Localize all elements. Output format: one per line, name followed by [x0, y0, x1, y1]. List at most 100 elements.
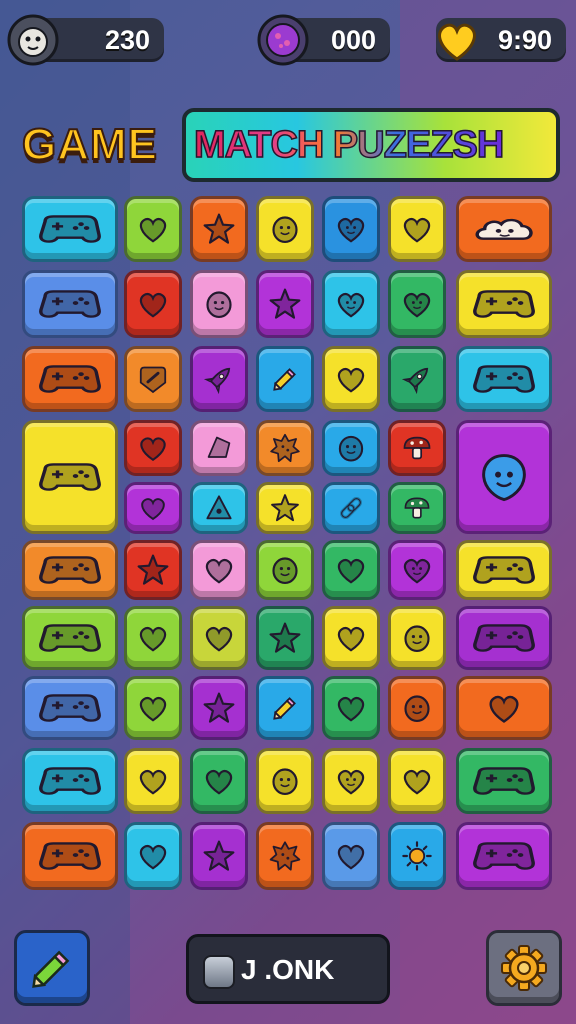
tile-r9-c2[interactable] [190, 822, 248, 890]
tile-r9-c5[interactable] [388, 822, 446, 890]
tile-r3-c6[interactable] [456, 420, 552, 534]
tile-r7-c0[interactable] [22, 676, 118, 740]
tile-r3-c1[interactable] [124, 420, 182, 476]
tile-r4-c5[interactable] [388, 482, 446, 534]
tile-r1-c5[interactable] [388, 270, 446, 338]
tile-r6-c2[interactable] [190, 606, 248, 670]
tile-r2-c0[interactable] [22, 346, 118, 412]
heart-face-icon [337, 292, 365, 318]
tile-r0-c5[interactable] [388, 196, 446, 262]
tile-r2-c5[interactable] [388, 346, 446, 412]
heart-face-icon [403, 292, 431, 318]
timer-counter: 9:90 [436, 18, 566, 62]
tile-r2-c2[interactable] [190, 346, 248, 412]
tile-r0-c4[interactable] [322, 196, 380, 262]
tile-r1-c4[interactable] [322, 270, 380, 338]
heart-icon [337, 696, 365, 722]
gamepad-icon [39, 556, 101, 584]
tile-r5-c0[interactable] [22, 540, 118, 600]
tile-r1-c1[interactable] [124, 270, 182, 338]
tile-r7-c4[interactable] [322, 676, 380, 740]
tile-r5-c5[interactable] [388, 540, 446, 600]
tile-r7-c3[interactable] [256, 676, 314, 740]
blob-face-icon [404, 625, 430, 653]
smiley-icon [272, 557, 298, 585]
tile-r5-c4[interactable] [322, 540, 380, 600]
tile-r8-c1[interactable] [124, 748, 182, 814]
tile-r7-c1[interactable] [124, 676, 182, 740]
tile-r5-c2[interactable] [190, 540, 248, 600]
tile-r0-c6[interactable] [456, 196, 552, 262]
tile-r1-c2[interactable] [190, 270, 248, 338]
star-icon [203, 840, 235, 871]
mushroom-icon [404, 497, 430, 519]
blob-face-icon [272, 216, 298, 244]
rocket-icon [401, 367, 429, 395]
rocket-icon [203, 367, 231, 395]
tile-r5-c1[interactable] [124, 540, 182, 600]
tile-r2-c1[interactable] [124, 346, 182, 412]
tile-r3-c0[interactable] [22, 420, 118, 534]
tile-r4-c4[interactable] [322, 482, 380, 534]
star-icon [203, 213, 235, 244]
tile-r9-c3[interactable] [256, 822, 314, 890]
shard-icon [207, 436, 231, 458]
heart-icon [337, 626, 365, 652]
tile-r5-c3[interactable] [256, 540, 314, 600]
cloud-face-icon [475, 218, 533, 240]
tile-r8-c3[interactable] [256, 748, 314, 814]
tile-r0-c1[interactable] [124, 196, 182, 262]
gamepad-icon [473, 290, 535, 318]
tile-r7-c2[interactable] [190, 676, 248, 740]
tile-r6-c3[interactable] [256, 606, 314, 670]
blob-face-icon [338, 435, 364, 462]
tile-r8-c2[interactable] [190, 748, 248, 814]
tile-r3-c3[interactable] [256, 420, 314, 476]
tile-r8-c4[interactable] [322, 748, 380, 814]
tile-r7-c5[interactable] [388, 676, 446, 740]
gamepad-icon [39, 842, 101, 870]
tile-r1-c3[interactable] [256, 270, 314, 338]
tile-r9-c6[interactable] [456, 822, 552, 890]
tile-r2-c6[interactable] [456, 346, 552, 412]
tile-r8-c5[interactable] [388, 748, 446, 814]
tile-r3-c5[interactable] [388, 420, 446, 476]
heart-icon [205, 558, 233, 584]
tile-r5-c6[interactable] [456, 540, 552, 600]
pencil-button[interactable] [14, 930, 90, 1006]
star-icon [269, 288, 301, 319]
tile-r8-c6[interactable] [456, 748, 552, 814]
tile-r6-c5[interactable] [388, 606, 446, 670]
heart-icon [139, 769, 167, 795]
tile-r7-c6[interactable] [456, 676, 552, 740]
tile-r4-c3[interactable] [256, 482, 314, 534]
tile-r3-c2[interactable] [190, 420, 248, 476]
tile-r9-c1[interactable] [124, 822, 182, 890]
gamepad-icon [39, 694, 101, 722]
settings-button[interactable] [486, 930, 562, 1006]
heart-icon [337, 367, 365, 393]
triangle-icon [206, 495, 232, 520]
tile-r8-c0[interactable] [22, 748, 118, 814]
action-panel[interactable]: J .ONK [186, 934, 390, 1004]
tile-r3-c4[interactable] [322, 420, 380, 476]
tile-r0-c2[interactable] [190, 196, 248, 262]
tile-r1-c0[interactable] [22, 270, 118, 338]
tile-r0-c0[interactable] [22, 196, 118, 262]
tile-r4-c2[interactable] [190, 482, 248, 534]
tile-r6-c1[interactable] [124, 606, 182, 670]
tile-r9-c4[interactable] [322, 822, 380, 890]
tile-r2-c4[interactable] [322, 346, 380, 412]
tile-r6-c6[interactable] [456, 606, 552, 670]
sun-icon [402, 841, 432, 871]
tile-r6-c4[interactable] [322, 606, 380, 670]
tile-r9-c0[interactable] [22, 822, 118, 890]
heart-icon [403, 217, 431, 243]
blob-face-icon [206, 291, 232, 319]
tile-r4-c1[interactable] [124, 482, 182, 534]
tile-r2-c3[interactable] [256, 346, 314, 412]
tile-r1-c6[interactable] [456, 270, 552, 338]
tile-r6-c0[interactable] [22, 606, 118, 670]
tile-r0-c3[interactable] [256, 196, 314, 262]
heart-icon [139, 696, 167, 722]
